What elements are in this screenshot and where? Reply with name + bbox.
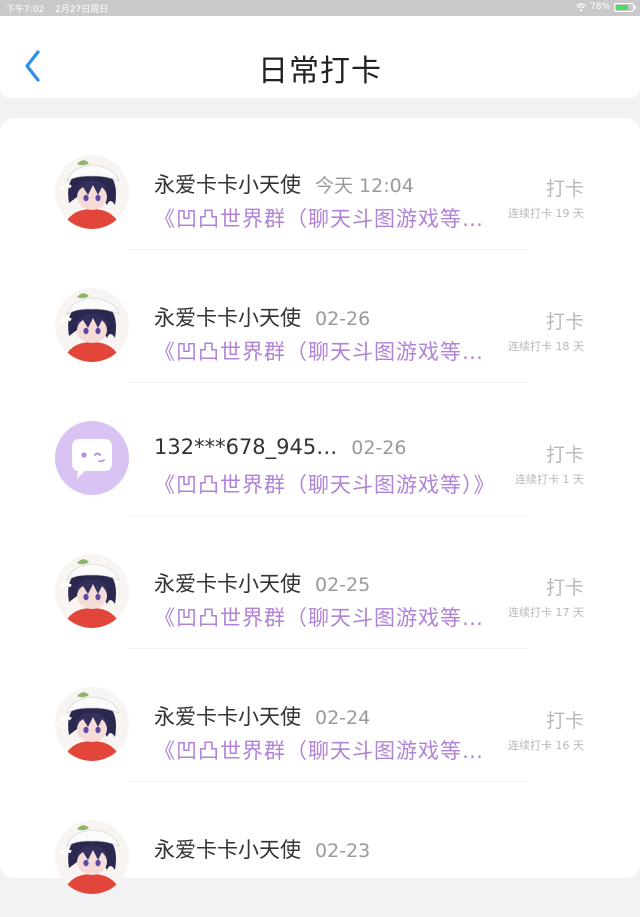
checkin-action[interactable]: 打卡 — [546, 573, 584, 600]
row-divider — [128, 648, 528, 649]
username[interactable]: 永爱卡卡小天使 — [154, 173, 301, 197]
name-time-line: 永爱卡卡小天使 02-26 — [154, 302, 370, 332]
battery-level-fill — [616, 4, 628, 10]
user-avatar[interactable] — [55, 554, 129, 628]
group-name-link[interactable]: 《凹凸世界群（聊天斗图游戏等… — [154, 602, 499, 632]
status-time-date: 下午7:02 2月27日周日 — [6, 2, 108, 15]
group-name-link[interactable]: 《凹凸世界群（聊天斗图游戏等… — [154, 735, 499, 765]
status-date: 2月27日周日 — [55, 5, 109, 15]
checkin-list-item[interactable]: 永爱卡卡小天使 02-24 《凹凸世界群（聊天斗图游戏等… 打卡连续打卡 16 天 — [0, 651, 640, 784]
name-time-line: 132***678_945… 02-26 — [154, 435, 406, 459]
checkin-list-item[interactable]: 132***678_945… 02-26 《凹凸世界群（聊天斗图游戏等）》 打卡连续打… — [0, 385, 640, 518]
user-avatar[interactable] — [55, 155, 129, 229]
status-bar: 下午7:02 2月27日周日 78% — [0, 0, 640, 16]
streak-count: 连续打卡 16 天 — [508, 739, 584, 752]
wifi-icon — [576, 2, 586, 11]
username[interactable]: 永爱卡卡小天使 — [154, 306, 301, 330]
default-chat-avatar-icon[interactable] — [55, 421, 129, 495]
user-avatar[interactable] — [55, 288, 129, 362]
status-indicators: 78% — [576, 2, 636, 12]
checkin-action[interactable]: 打卡 — [546, 174, 584, 201]
username[interactable]: 永爱卡卡小天使 — [154, 705, 301, 729]
checkin-list: 永爱卡卡小天使 今天 12:04 《凹凸世界群（聊天斗图游戏等… 打卡 连续打卡 19 … — [0, 118, 640, 915]
name-time-line: 永爱卡卡小天使 02-24 — [154, 701, 370, 731]
checkin-time: 02-26 — [351, 437, 407, 459]
group-name-link[interactable]: 《凹凸世界群（聊天斗图游戏等）》 — [154, 469, 499, 499]
streak-count: 连续打卡 19 天 — [508, 207, 584, 220]
streak-count: 连续打卡 1 天 — [515, 473, 584, 486]
name-time-line: 永爱卡卡小天使 02-23 — [154, 834, 370, 864]
checkin-time: 02-24 — [315, 707, 371, 729]
name-time-line: 永爱卡卡小天使 今天 12:04 — [154, 169, 414, 199]
group-name-link[interactable]: 《凹凸世界群（聊天斗图游戏等… — [154, 336, 499, 366]
checkin-time: 02-23 — [315, 840, 371, 862]
navigation-header: 日常打卡 — [0, 16, 640, 98]
checkin-time: 02-25 — [315, 574, 371, 596]
status-time: 下午7:02 — [6, 5, 45, 15]
battery-icon — [614, 2, 636, 12]
checkin-list-item[interactable]: 永爱卡卡小天使 02-25 《凹凸世界群（聊天斗图游戏等… 打卡连续打卡 17 天 — [0, 518, 640, 651]
checkin-action[interactable]: 打卡 — [546, 706, 584, 733]
group-name-link[interactable]: 《凹凸世界群（聊天斗图游戏等… — [154, 203, 499, 233]
streak-count: 连续打卡 18 天 — [508, 340, 584, 353]
checkin-action[interactable]: 打卡 — [546, 440, 584, 467]
row-divider — [128, 914, 528, 915]
checkin-time: 02-26 — [315, 308, 371, 330]
name-time-line: 永爱卡卡小天使 02-25 — [154, 568, 370, 598]
row-divider — [128, 249, 528, 250]
checkin-time: 今天 12:04 — [315, 175, 414, 197]
row-divider — [128, 515, 528, 516]
user-avatar[interactable] — [55, 687, 129, 761]
username[interactable]: 永爱卡卡小天使 — [154, 572, 301, 596]
streak-count: 连续打卡 17 天 — [508, 606, 584, 619]
username[interactable]: 永爱卡卡小天使 — [154, 838, 301, 862]
row-divider — [128, 382, 528, 383]
checkin-list-item[interactable]: 永爱卡卡小天使 今天 12:04 《凹凸世界群（聊天斗图游戏等… 打卡连续打卡 19 … — [0, 119, 640, 252]
checkin-list-item[interactable]: 永爱卡卡小天使 02-23 — [0, 784, 640, 917]
checkin-list-item[interactable]: 永爱卡卡小天使 02-26 《凹凸世界群（聊天斗图游戏等… 打卡连续打卡 18 天 — [0, 252, 640, 385]
user-avatar[interactable] — [55, 820, 129, 894]
row-divider — [128, 781, 528, 782]
checkin-action[interactable]: 打卡 — [546, 307, 584, 334]
username[interactable]: 132***678_945… — [154, 435, 337, 459]
page-title: 日常打卡 — [258, 54, 382, 89]
battery-percent: 78% — [589, 2, 610, 12]
